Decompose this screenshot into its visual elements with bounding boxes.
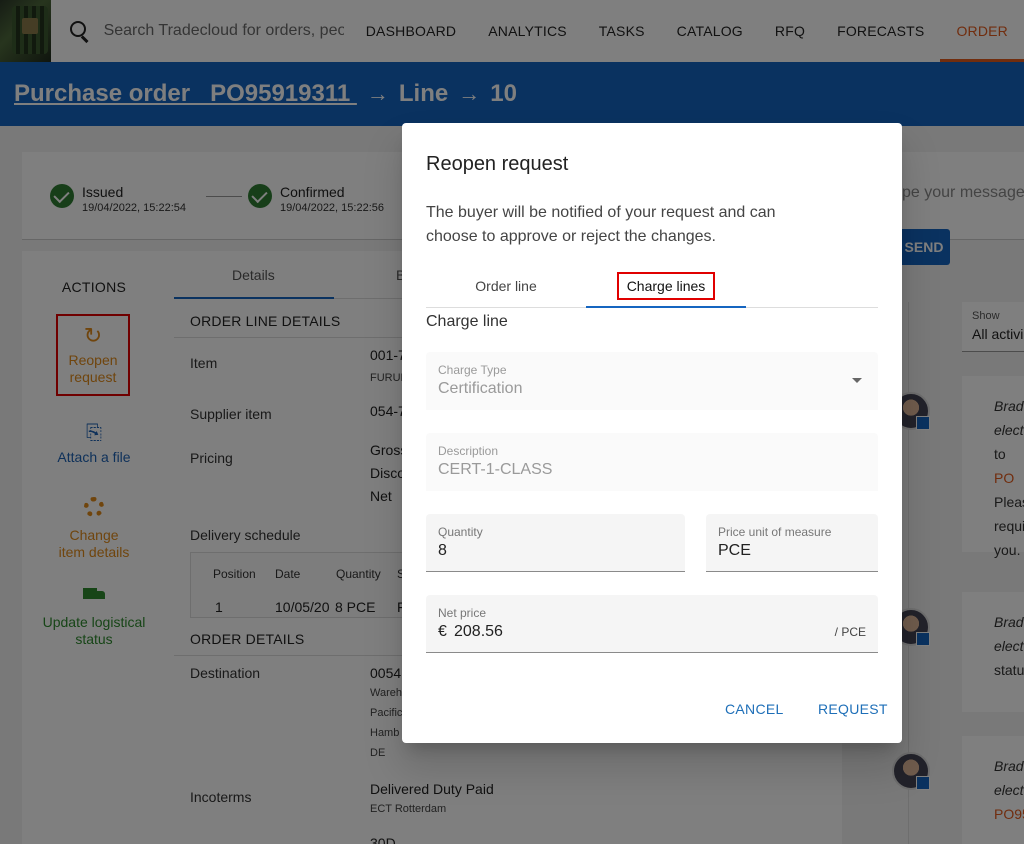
currency-symbol: €	[438, 623, 447, 640]
tab-label: Order line	[475, 278, 537, 294]
charge-type-select[interactable]: Charge Type Certification	[426, 352, 878, 410]
tab-label: Charge lines	[616, 272, 716, 300]
unit-suffix: / PCE	[834, 625, 866, 639]
chevron-down-icon	[852, 378, 862, 383]
request-button[interactable]: REQUEST	[818, 701, 888, 717]
net-price-field[interactable]: Net price € 208.56 / PCE	[426, 595, 878, 653]
tab-indicator	[586, 306, 746, 308]
reopen-request-dialog: Reopen request The buyer will be notifie…	[402, 123, 902, 743]
dialog-tabs: Order line Charge lines	[426, 265, 878, 308]
field-label: Quantity	[438, 525, 483, 539]
field-value: 8	[438, 542, 447, 559]
field-value: 208.56	[454, 623, 503, 640]
price-unit-field[interactable]: Price unit of measure PCE	[706, 514, 878, 572]
field-value: PCE	[718, 542, 751, 559]
field-value: CERT-1-CLASS	[438, 461, 553, 478]
field-value: Certification	[438, 380, 523, 397]
dialog-title: Reopen request	[426, 153, 569, 175]
dialog-description: The buyer will be notified of your reque…	[426, 204, 776, 245]
tab-charge-lines[interactable]: Charge lines	[586, 265, 746, 307]
field-label: Charge Type	[438, 363, 507, 377]
cancel-button[interactable]: CANCEL	[725, 701, 784, 717]
quantity-field[interactable]: Quantity 8	[426, 514, 685, 572]
field-label: Price unit of measure	[718, 525, 832, 539]
charge-line-heading: Charge line	[426, 313, 508, 330]
field-label: Description	[438, 444, 499, 458]
field-label: Net price	[438, 606, 487, 620]
description-field[interactable]: Description CERT-1-CLASS	[426, 433, 878, 491]
tab-order-line[interactable]: Order line	[426, 265, 586, 307]
